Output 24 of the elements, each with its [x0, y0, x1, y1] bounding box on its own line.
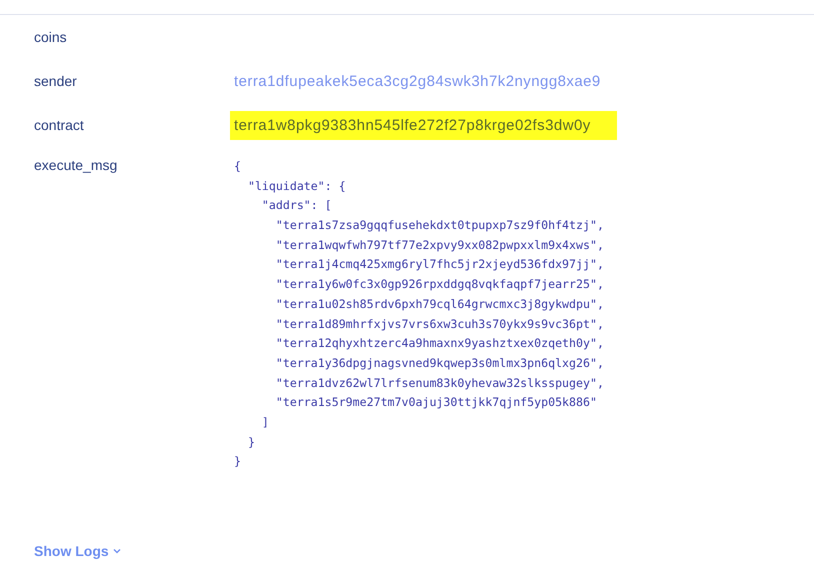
- field-label: contract: [34, 117, 85, 133]
- code-line: {: [234, 158, 242, 175]
- code-line: "terra1j4cmq425xmg6ryl7fhc5jr2xjeyd536fdx97jj",: [274, 256, 604, 274]
- address-value: terra1dfupeakek5eca3cg2g84swk3h7k2nyngg8xae9: [234, 72, 601, 92]
- show-logs-link[interactable]: Show Logs: [34, 543, 121, 559]
- code-line: "terra1u02sh85rdv6pxh79cql64grwcmxc3j8gykwdpu",: [274, 296, 604, 313]
- code-line: "addrs": [: [260, 197, 333, 214]
- code-line: "terra1s7zsa9gqqfusehekdxt0tpupxp7sz9f0hf4tzj",: [274, 217, 604, 234]
- code-line: "terra12qhyxhtzerc4a9hmaxnx9yashztxex0zqeth0y",: [274, 335, 604, 352]
- code-line: "terra1s5r9me27tm7v0ajuj30ttjkk7qjnf5yp05k886": [274, 394, 598, 412]
- address-value: terra1w8pkg9383hn545lfe272f27p8krge02fs3dw0y: [230, 110, 617, 140]
- code-line: }: [234, 453, 242, 470]
- code-line: "liquidate": {: [246, 178, 347, 195]
- code-line: "terra1wqwfwh797tf77e2xpvy9xx082pwpxxlm9x4xws",: [274, 236, 604, 254]
- chevron-down-icon: [112, 548, 121, 554]
- code-line: "terra1y36dpgjnagsvned9kqwep3s0mlmx3pn6qlxg26",: [274, 354, 604, 372]
- field-label: sender: [34, 73, 78, 89]
- field-label: coins: [34, 29, 68, 45]
- code-line: ]: [260, 414, 270, 431]
- code-line: "terra1dvz62wl7lrfsenum83k0yhevaw32slksspugey",: [274, 374, 604, 392]
- code-line: "terra1d89mhrfxjvs7vrs6xw3cuh3s70ykx9s9vc36pt",: [274, 316, 604, 332]
- field-label: execute_msg: [34, 157, 118, 173]
- code-line: }: [246, 434, 256, 451]
- code-line: "terra1y6w0fc3x0gp926rpxddgq8vqkfaqpf7jearr25",: [274, 276, 604, 294]
